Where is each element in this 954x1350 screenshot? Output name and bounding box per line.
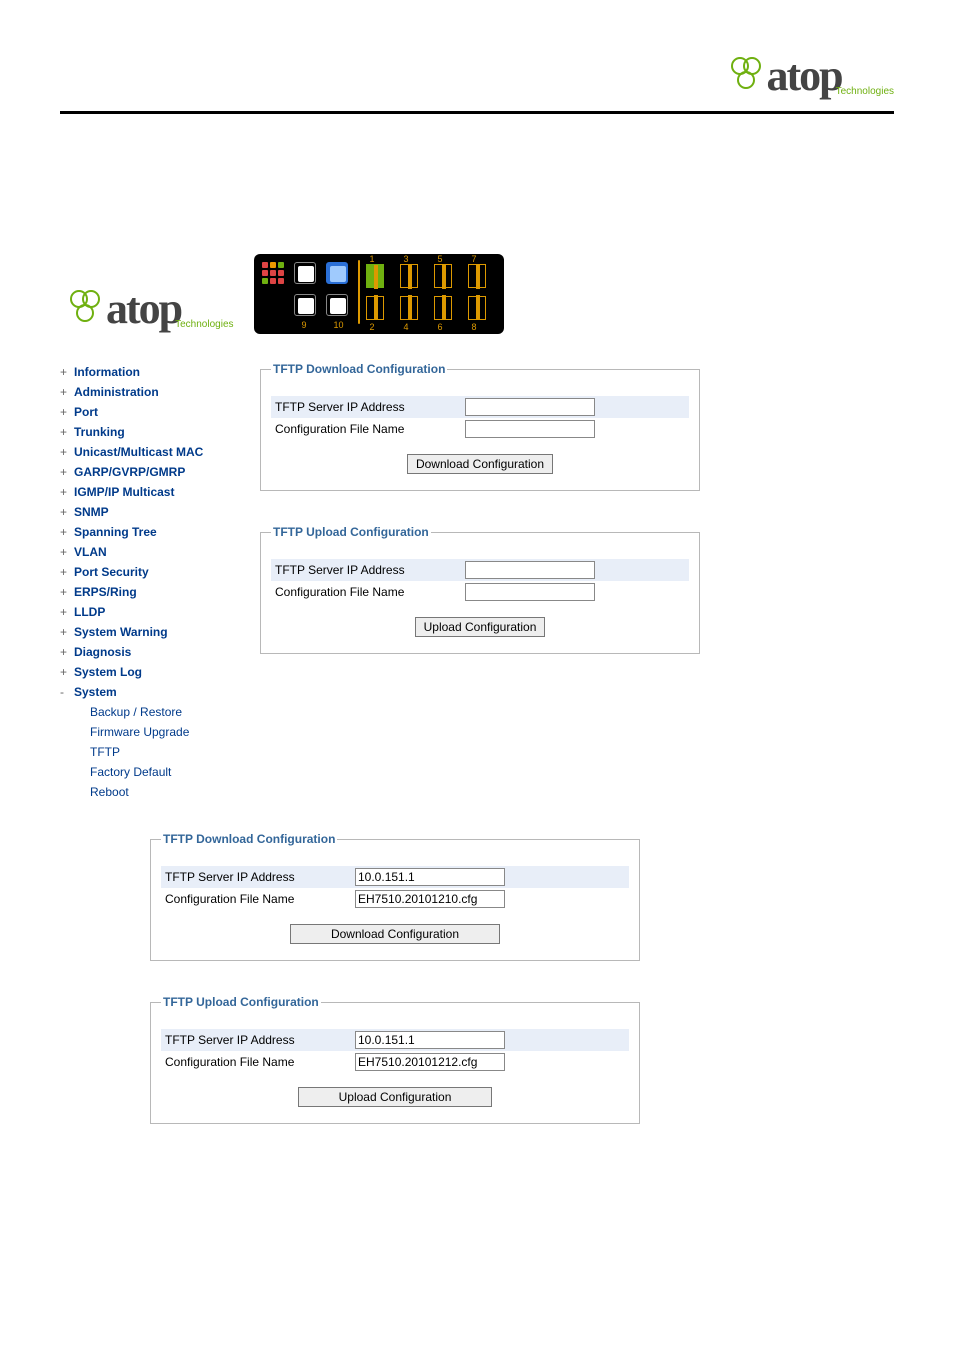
brand-sub: Technologies <box>836 86 894 97</box>
sidebar-sub-factory[interactable]: Factory Default <box>60 762 260 782</box>
sidebar-item-administration[interactable]: +Administration <box>60 382 260 402</box>
sidebar-item-mac[interactable]: +Unicast/Multicast MAC <box>60 442 260 462</box>
tftp-download-panel-filled: TFTP Download Configuration TFTP Server … <box>150 832 640 961</box>
download-config-button[interactable]: Download Configuration <box>407 454 553 474</box>
sidebar-sub-tftp[interactable]: TFTP <box>60 742 260 762</box>
dl-file-input[interactable] <box>465 420 595 438</box>
sidebar-sub-backup[interactable]: Backup / Restore <box>60 702 260 722</box>
tftp-download-legend: TFTP Download Configuration <box>271 362 447 376</box>
brand-name: atop <box>767 50 842 101</box>
dl2-ip-input[interactable] <box>355 868 505 886</box>
upload-config-button[interactable]: Upload Configuration <box>415 617 546 637</box>
sidebar-sub-reboot[interactable]: Reboot <box>60 782 260 802</box>
brand-logo-side: atop Technologies <box>70 283 234 334</box>
ul2-file-input[interactable] <box>355 1053 505 1071</box>
sidebar-item-vlan[interactable]: +VLAN <box>60 542 260 562</box>
tftp-upload-panel-filled: TFTP Upload Configuration TFTP Server IP… <box>150 995 640 1124</box>
dl-file-label: Configuration File Name <box>271 418 461 440</box>
upload-config-button-2[interactable]: Upload Configuration <box>298 1087 493 1107</box>
sidebar-nav: +Information +Administration +Port +Trun… <box>60 362 260 802</box>
ul-file-label: Configuration File Name <box>271 581 461 603</box>
sidebar-item-system[interactable]: -System <box>60 682 260 702</box>
tftp-upload-legend-2: TFTP Upload Configuration <box>161 995 321 1009</box>
sidebar-item-portsec[interactable]: +Port Security <box>60 562 260 582</box>
tftp-download-panel: TFTP Download Configuration TFTP Server … <box>260 362 700 491</box>
ul2-ip-label: TFTP Server IP Address <box>161 1029 351 1051</box>
ul2-ip-input[interactable] <box>355 1031 505 1049</box>
sidebar-item-garp[interactable]: +GARP/GVRP/GMRP <box>60 462 260 482</box>
sidebar-item-erps[interactable]: +ERPS/Ring <box>60 582 260 602</box>
tftp-upload-legend: TFTP Upload Configuration <box>271 525 431 539</box>
brand-logo-top: atop Technologies <box>731 50 895 101</box>
header-divider <box>60 111 894 114</box>
tftp-download-legend-2: TFTP Download Configuration <box>161 832 337 846</box>
sidebar-item-port[interactable]: +Port <box>60 402 260 422</box>
ul2-file-label: Configuration File Name <box>161 1051 351 1073</box>
sidebar-item-syswarn[interactable]: +System Warning <box>60 622 260 642</box>
sidebar-item-stp[interactable]: +Spanning Tree <box>60 522 260 542</box>
ul-ip-input[interactable] <box>465 561 595 579</box>
dl2-file-label: Configuration File Name <box>161 888 351 910</box>
dl-ip-label: TFTP Server IP Address <box>271 396 461 418</box>
device-illustration: 9 10 1 3 5 7 2 4 6 8 <box>254 254 504 334</box>
sidebar-item-igmp[interactable]: +IGMP/IP Multicast <box>60 482 260 502</box>
sidebar-sub-firmware[interactable]: Firmware Upgrade <box>60 722 260 742</box>
download-config-button-2[interactable]: Download Configuration <box>290 924 500 944</box>
sidebar-item-diagnosis[interactable]: +Diagnosis <box>60 642 260 662</box>
sidebar-item-trunking[interactable]: +Trunking <box>60 422 260 442</box>
tftp-upload-panel: TFTP Upload Configuration TFTP Server IP… <box>260 525 700 654</box>
ul-file-input[interactable] <box>465 583 595 601</box>
sidebar-item-snmp[interactable]: +SNMP <box>60 502 260 522</box>
dl-ip-input[interactable] <box>465 398 595 416</box>
ul-ip-label: TFTP Server IP Address <box>271 559 461 581</box>
sidebar-item-syslog[interactable]: +System Log <box>60 662 260 682</box>
sidebar-item-information[interactable]: +Information <box>60 362 260 382</box>
dl2-file-input[interactable] <box>355 890 505 908</box>
sidebar-item-lldp[interactable]: +LLDP <box>60 602 260 622</box>
dl2-ip-label: TFTP Server IP Address <box>161 866 351 888</box>
